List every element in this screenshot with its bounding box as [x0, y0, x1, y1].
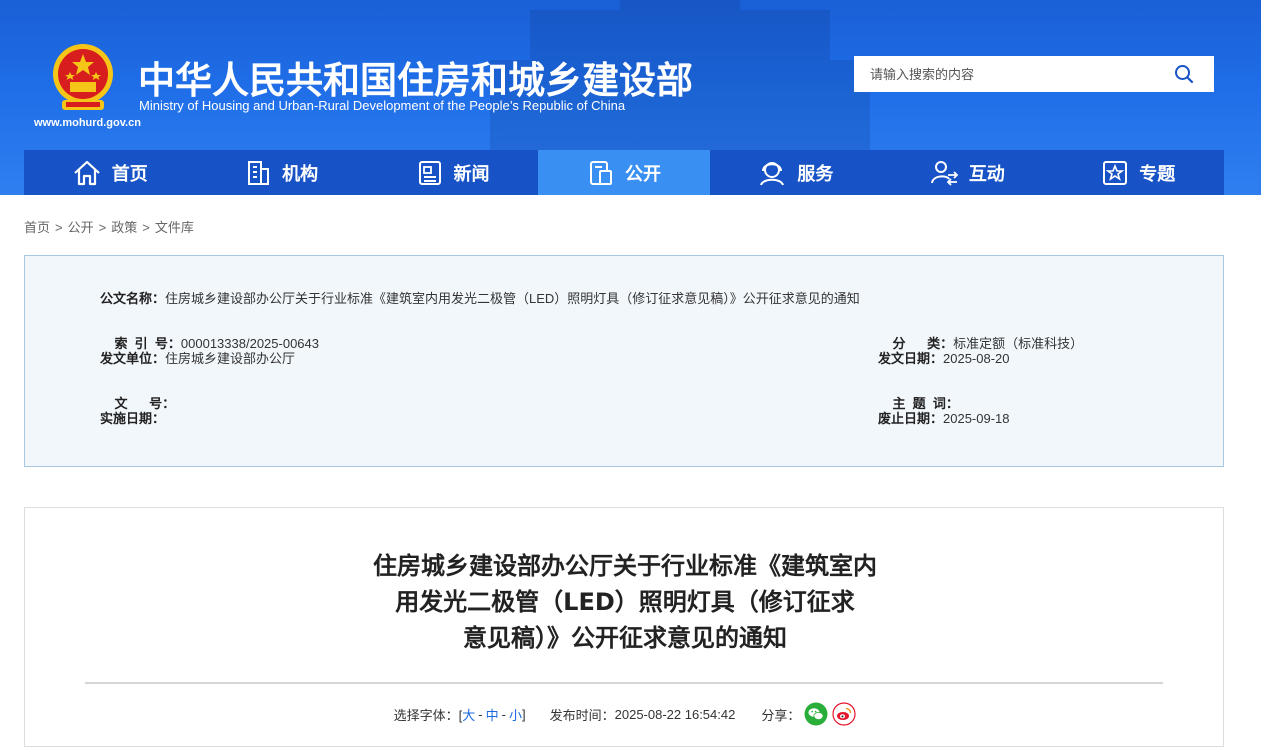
meta-issue-date-value: 2025-08-20	[943, 351, 1010, 366]
nav-label: 机构	[282, 163, 319, 185]
home-icon	[73, 160, 100, 185]
meta-effective: 实施日期：	[100, 411, 166, 426]
publish-time: 2025-08-22 16:54:42	[614, 706, 736, 722]
meta-issuer: 发文单位：住房城乡建设部办公厅	[100, 351, 296, 366]
building-icon	[248, 160, 270, 185]
search-input[interactable]	[854, 56, 1154, 92]
search-icon[interactable]	[1174, 64, 1194, 84]
nav-label: 专题	[1139, 163, 1176, 185]
breadcrumb-policy[interactable]: 政策	[111, 220, 137, 235]
nav-label: 公开	[624, 163, 661, 185]
nav-label: 互动	[968, 163, 1005, 185]
site-url: www.mohurd.gov.cn	[34, 117, 141, 129]
breadcrumb-public[interactable]: 公开	[68, 220, 94, 235]
meta-issuer-value: 住房城乡建设部办公厅	[165, 351, 296, 366]
wechat-share-icon[interactable]	[804, 702, 828, 726]
article-panel: 住房城乡建设部办公厅关于行业标准《建筑室内 用发光二极管（LED）照明灯具（修订…	[24, 507, 1224, 747]
nav-item-news[interactable]: 新闻	[367, 150, 538, 195]
breadcrumb: 首页 > 公开 > 政策 > 文件库	[24, 217, 194, 236]
breadcrumb-home[interactable]: 首页	[24, 220, 50, 235]
meta-expiry-value: 2025-09-18	[943, 411, 1010, 426]
service-icon	[760, 161, 785, 186]
meta-doc-name-value: 住房城乡建设部办公厅关于行业标准《建筑室内用发光二极管（LED）照明灯具（修订征…	[165, 291, 860, 306]
meta-doc-name: 公文名称：住房城乡建设部办公厅关于行业标准《建筑室内用发光二极管（LED）照明灯…	[100, 291, 860, 306]
interact-icon	[930, 160, 959, 186]
nav-item-organization[interactable]: 机构	[195, 150, 366, 195]
star-icon	[1103, 160, 1128, 185]
font-small-button[interactable]: 小	[509, 705, 522, 724]
search-box	[854, 56, 1214, 92]
main-nav: 首页 机构 新闻 公开 服务 互动 专题	[24, 150, 1224, 195]
article-info-bar: 选择字体：[ 大 - 中 - 小 ] 发布时间： 2025-08-22 16:5…	[25, 702, 1225, 726]
breadcrumb-separator: >	[98, 220, 107, 235]
document-metadata: 公文名称：住房城乡建设部办公厅关于行业标准《建筑室内用发光二极管（LED）照明灯…	[24, 255, 1224, 467]
nav-label: 服务	[797, 163, 834, 185]
article-title-line: 意见稿）》公开征求意见的通知	[463, 624, 787, 652]
nav-item-home[interactable]: 首页	[24, 150, 195, 195]
breadcrumb-library[interactable]: 文件库	[155, 220, 194, 235]
site-title: 中华人民共和国住房和城乡建设部	[138, 59, 693, 102]
breadcrumb-separator: >	[142, 220, 150, 235]
title-divider	[85, 682, 1163, 684]
breadcrumb-separator: >	[55, 220, 63, 235]
nav-item-public[interactable]: 公开	[538, 150, 710, 195]
site-subtitle: Ministry of Housing and Urban-Rural Deve…	[139, 98, 626, 113]
font-size-close: ]	[521, 706, 526, 722]
article-title-line: 住房城乡建设部办公厅关于行业标准《建筑室内	[373, 552, 877, 580]
font-separator: -	[478, 706, 483, 722]
article-title-line: 用发光二极管（LED）照明灯具（修订征求	[395, 588, 855, 616]
national-emblem-icon	[53, 44, 113, 110]
document-icon	[589, 160, 612, 185]
nav-item-service[interactable]: 服务	[710, 150, 881, 195]
share-label: 分享：	[761, 707, 801, 723]
font-separator: -	[501, 706, 506, 722]
site-header: www.mohurd.gov.cn 中华人民共和国住房和城乡建设部 Minist…	[0, 0, 1261, 195]
font-size-label: 选择字体：[	[393, 707, 463, 723]
meta-issue-date: 发文日期：2025-08-20	[878, 351, 1010, 366]
article-title: 住房城乡建设部办公厅关于行业标准《建筑室内 用发光二极管（LED）照明灯具（修订…	[25, 548, 1225, 656]
meta-expiry: 废止日期：2025-09-18	[878, 411, 1010, 426]
nav-label: 新闻	[453, 163, 490, 185]
news-icon	[418, 160, 441, 185]
publish-label: 发布时间：	[549, 707, 615, 723]
font-medium-button[interactable]: 中	[486, 705, 499, 724]
nav-item-topics[interactable]: 专题	[1053, 150, 1224, 195]
weibo-share-icon[interactable]	[832, 702, 856, 726]
font-large-button[interactable]: 大	[462, 705, 475, 724]
nav-label: 首页	[111, 163, 148, 185]
nav-item-interact[interactable]: 互动	[881, 150, 1052, 195]
